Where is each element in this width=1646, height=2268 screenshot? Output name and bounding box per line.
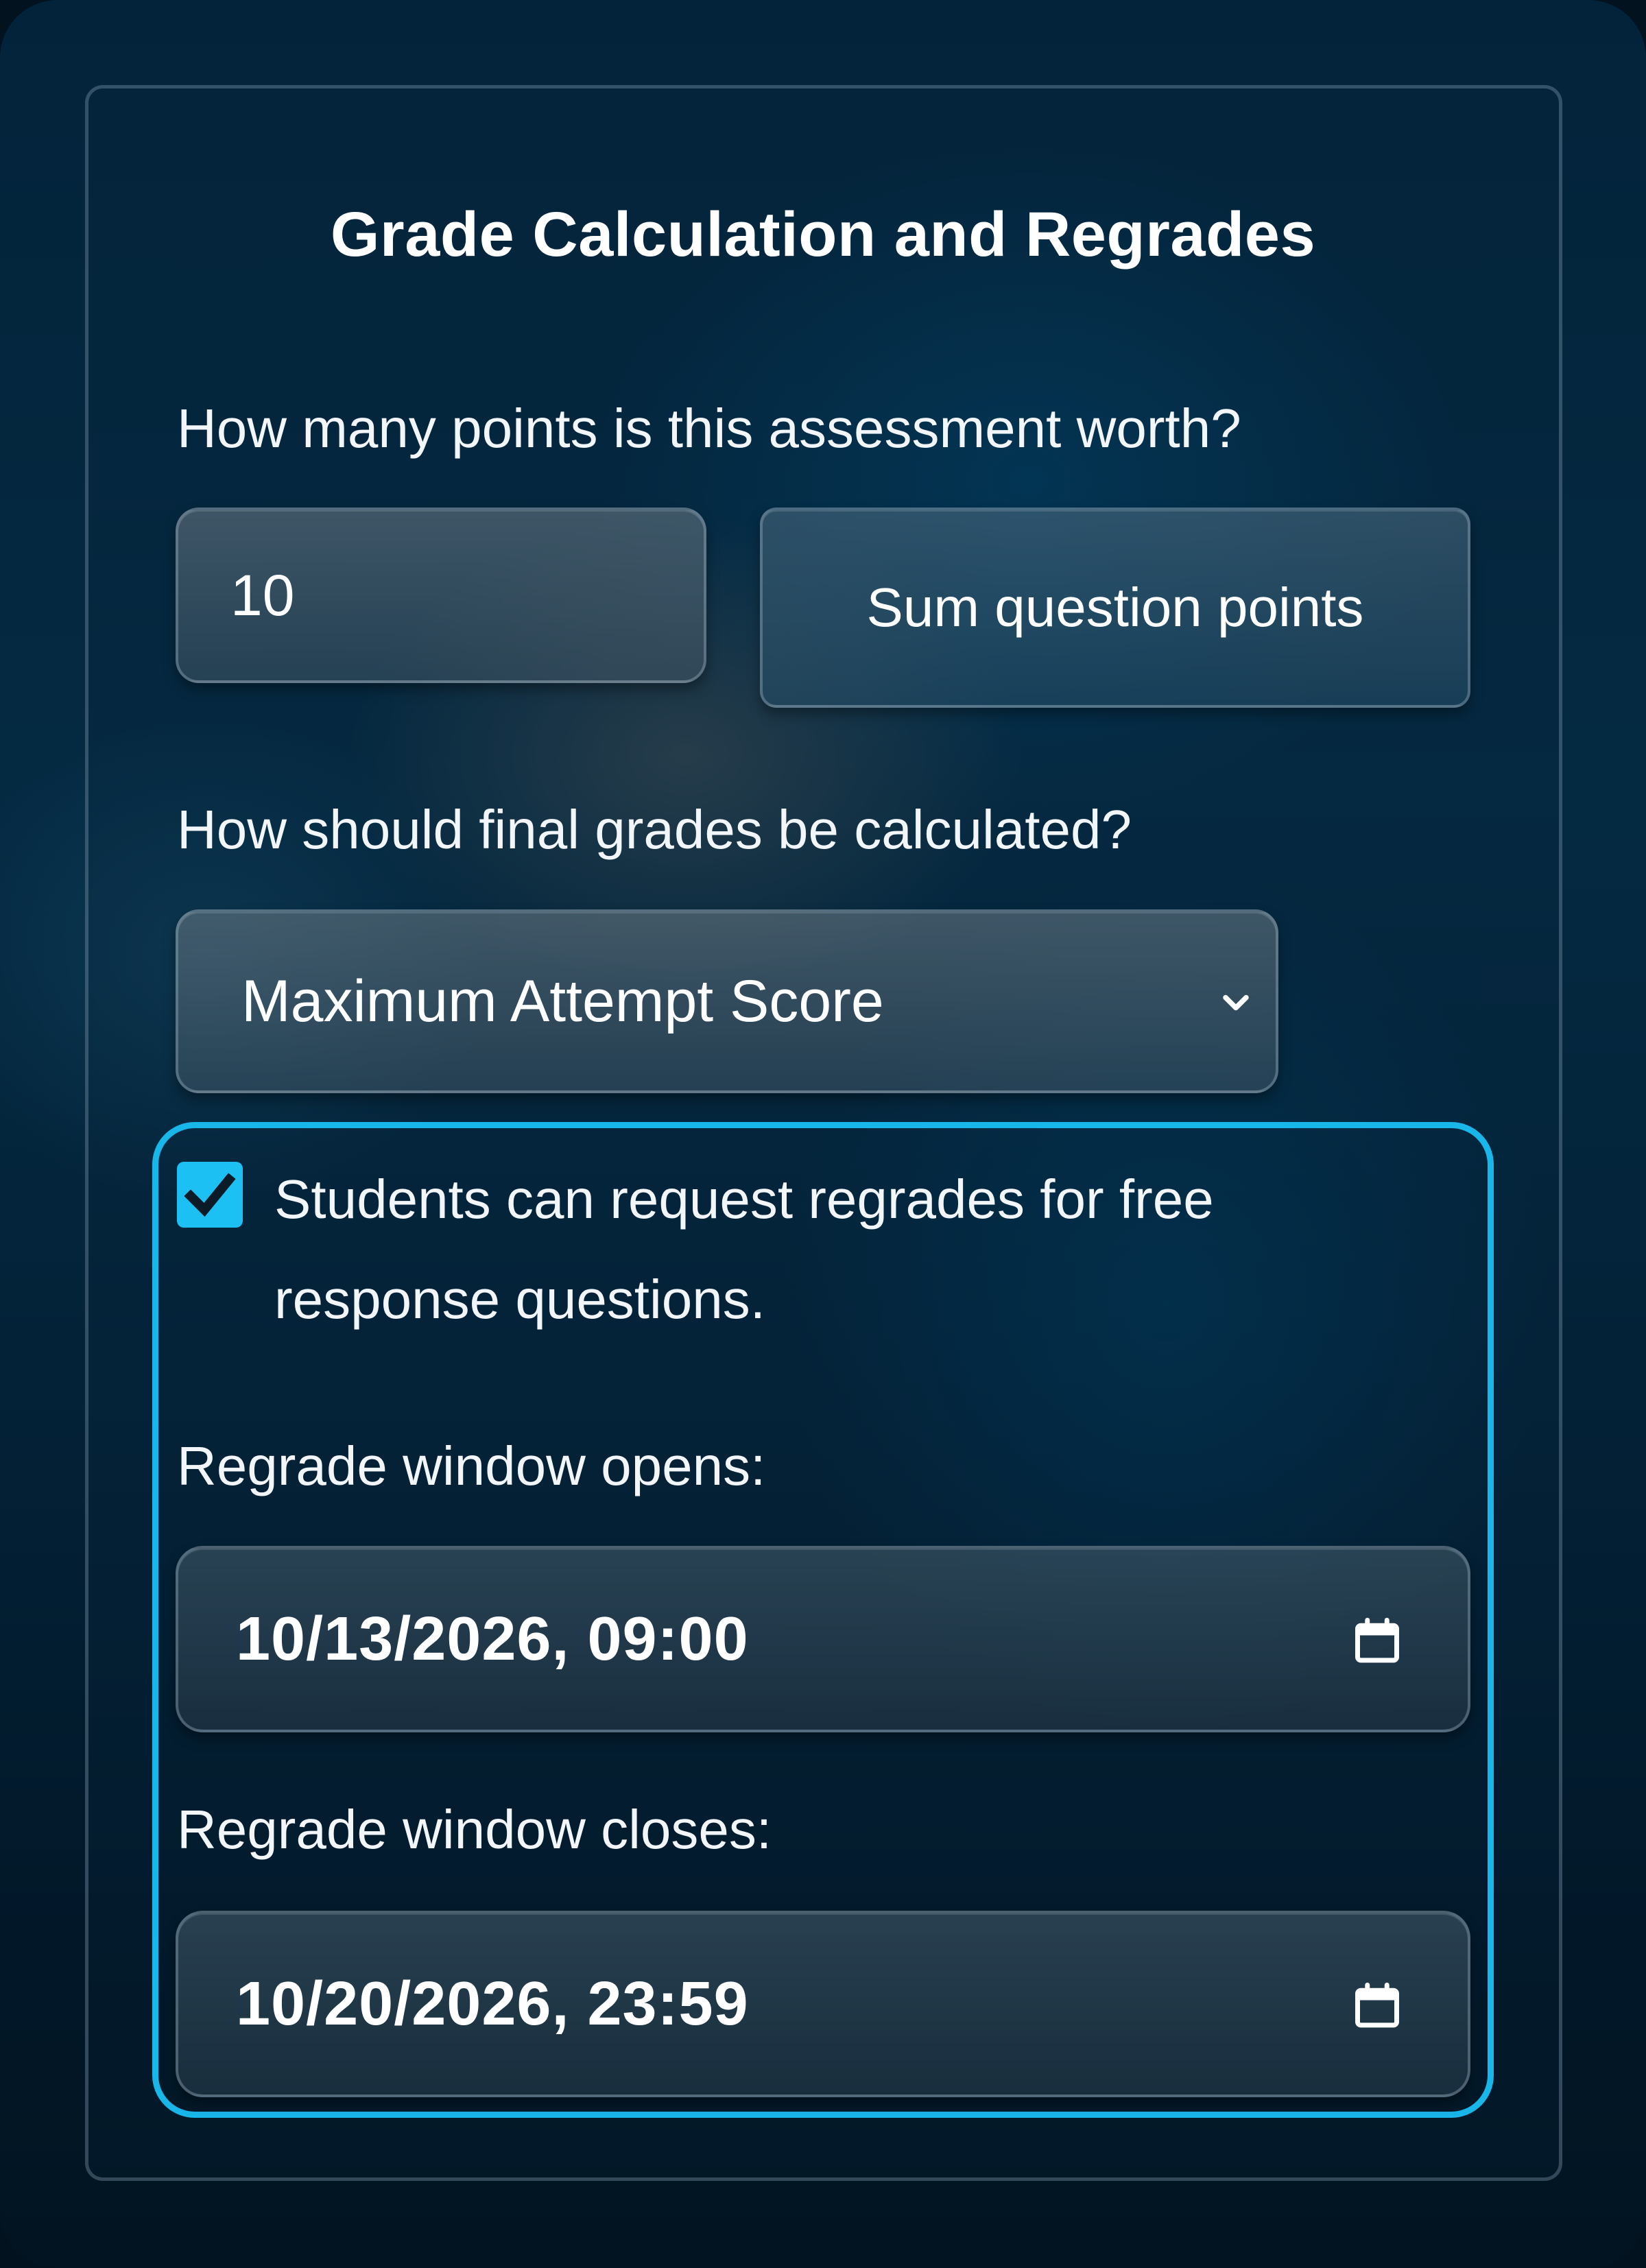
regrade-closes-label: Regrade window closes: <box>177 1799 772 1860</box>
points-label: How many points is this assessment worth… <box>177 398 1241 459</box>
calendar-icon[interactable] <box>1351 1979 1403 2034</box>
regrade-checkbox[interactable] <box>177 1162 243 1228</box>
regrade-opens-value: 10/13/2026, 09:00 <box>236 1604 749 1673</box>
regrade-closes-datetime-input[interactable]: 10/20/2026, 23:59 <box>176 1911 1470 2097</box>
points-input[interactable]: 10 <box>176 508 706 683</box>
grade-calculation-label: How should final grades be calculated? <box>177 799 1132 860</box>
sum-button-label: Sum question points <box>866 577 1364 638</box>
regrade-checkbox-label: Students can request regrades for free r… <box>274 1169 1214 1330</box>
sum-question-points-button[interactable]: Sum question points <box>760 508 1470 708</box>
calendar-icon[interactable] <box>1351 1614 1403 1669</box>
regrade-opens-datetime-input[interactable]: 10/13/2026, 09:00 <box>176 1546 1470 1732</box>
grade-calculation-select[interactable]: Maximum Attempt Score <box>176 909 1278 1093</box>
regrade-closes-value: 10/20/2026, 23:59 <box>236 1969 749 2038</box>
app-window: Grade Calculation and Regrades How many … <box>0 0 1646 2268</box>
points-value: 10 <box>230 562 295 628</box>
checkmark-icon <box>184 1173 236 1217</box>
page-title: Grade Calculation and Regrades <box>330 200 1316 270</box>
chevron-down-icon <box>1223 994 1249 1011</box>
regrade-opens-label: Regrade window opens: <box>177 1435 766 1496</box>
grade-selected-value: Maximum Attempt Score <box>241 968 884 1034</box>
